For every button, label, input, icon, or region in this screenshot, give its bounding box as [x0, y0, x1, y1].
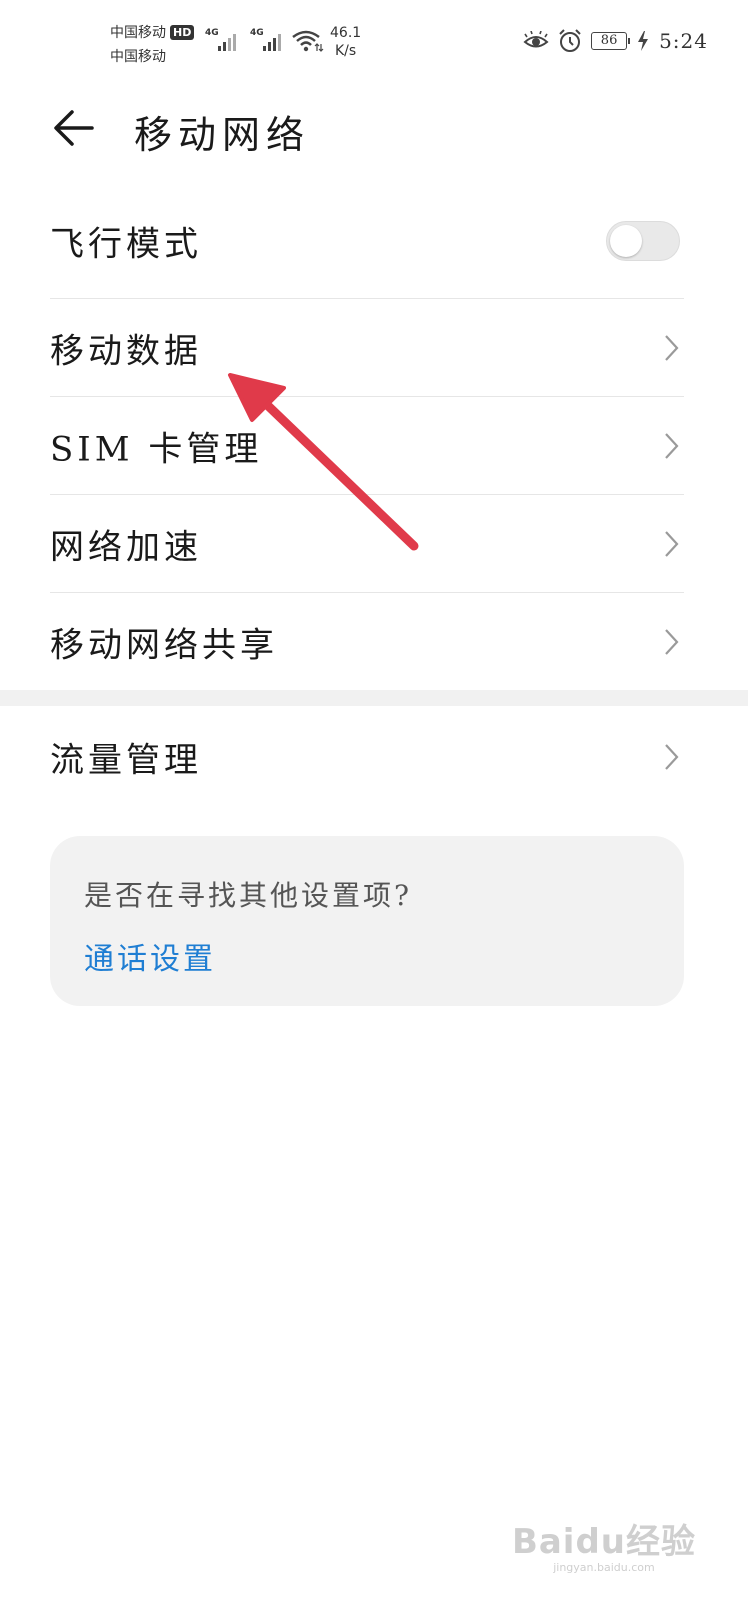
chevron-right-icon	[665, 433, 679, 459]
network-speed: 46.1 K/s	[330, 24, 361, 60]
app-header: 移动网络	[0, 90, 748, 170]
wifi-icon	[292, 30, 324, 52]
chevron-right-icon	[665, 531, 679, 557]
suggestion-card: 是否在寻找其他设置项? 通话设置	[50, 836, 684, 1006]
sim-management-row[interactable]: SIM 卡管理	[50, 397, 684, 495]
clock: 5:24	[659, 29, 708, 53]
airplane-mode-row: 飞行模式	[50, 192, 684, 290]
tethering-label: 移动网络共享	[50, 625, 278, 666]
sim-management-label: SIM 卡管理	[50, 429, 263, 470]
network-speed-unit: K/s	[334, 43, 357, 59]
battery-icon: 86	[591, 32, 631, 50]
toggle-knob	[610, 225, 642, 257]
baidu-watermark: Baidu经验 jingyan.baidu.com	[512, 1514, 696, 1574]
charging-icon	[638, 31, 649, 51]
network-speed-value: 46.1	[330, 25, 362, 41]
tethering-row[interactable]: 移动网络共享	[50, 593, 684, 691]
arrow-left-icon	[54, 110, 94, 146]
chevron-right-icon	[665, 744, 679, 770]
status-right-icons: 86 5:24	[523, 28, 708, 54]
alarm-icon	[559, 29, 581, 52]
back-button[interactable]	[52, 108, 96, 148]
watermark-brand: Baidu经验	[511, 1522, 696, 1562]
chevron-right-icon	[665, 629, 679, 655]
airplane-mode-toggle[interactable]	[606, 221, 680, 261]
carrier-1: 中国移动 HD	[110, 22, 195, 42]
data-usage-row[interactable]: 流量管理	[50, 708, 684, 806]
suggestion-question: 是否在寻找其他设置项?	[84, 879, 413, 912]
status-bar: 中国移动 HD 中国移动 4G 4G 46.1 K/s 86 5:24	[0, 0, 748, 80]
eye-comfort-icon	[523, 31, 549, 48]
mobile-data-label: 移动数据	[50, 331, 202, 372]
airplane-mode-label: 飞行模式	[50, 224, 202, 265]
carrier-1-label: 中国移动	[110, 25, 166, 41]
network-acceleration-row[interactable]: 网络加速	[50, 495, 684, 593]
mobile-data-row[interactable]: 移动数据	[50, 299, 684, 397]
carrier-2-label: 中国移动	[110, 49, 166, 65]
data-usage-label: 流量管理	[50, 740, 202, 781]
chevron-right-icon	[665, 335, 679, 361]
call-settings-link[interactable]: 通话设置	[84, 934, 216, 978]
hd-badge: HD	[170, 25, 195, 40]
page-title: 移动网络	[134, 113, 311, 157]
section-separator	[0, 690, 748, 706]
network-acceleration-label: 网络加速	[50, 527, 202, 568]
